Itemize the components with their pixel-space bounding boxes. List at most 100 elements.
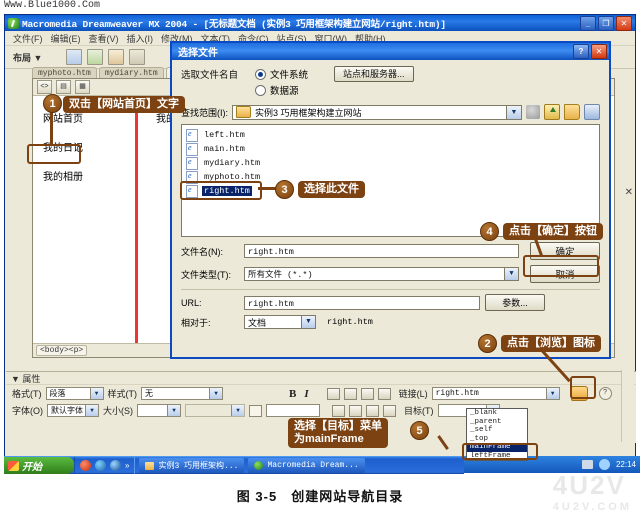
- bold-button[interactable]: B: [287, 388, 298, 400]
- look-in-select[interactable]: 实例3 巧用框架构建立网站 ▼: [232, 105, 522, 120]
- align-left-icon[interactable]: [327, 388, 340, 400]
- dialog-title: 选择文件: [178, 44, 218, 59]
- split-view-icon[interactable]: ▤: [56, 80, 71, 94]
- folder-icon: [236, 106, 251, 118]
- file-list-item[interactable]: mydiary.htm: [186, 156, 599, 170]
- layout-cell-icon[interactable]: [129, 49, 145, 65]
- file-list-item[interactable]: main.htm: [186, 142, 599, 156]
- target-option-top[interactable]: _top: [467, 435, 527, 444]
- tag-selector[interactable]: <body><p>: [36, 345, 87, 356]
- clock[interactable]: 22:14: [616, 460, 636, 469]
- radio-data-source[interactable]: 数据源: [255, 83, 308, 97]
- annotation-line-1: [50, 110, 53, 144]
- left-frame[interactable]: 网站首页 我的日记 我的相册: [33, 96, 136, 343]
- italic-button[interactable]: I: [302, 388, 310, 400]
- dialog-help-button[interactable]: ?: [573, 44, 589, 59]
- back-icon[interactable]: [526, 105, 540, 119]
- taskbar-item-dreamweaver[interactable]: Macromedia Dream...: [248, 458, 364, 473]
- format-value: 段落: [50, 388, 66, 399]
- target-option-self[interactable]: _self: [467, 426, 527, 435]
- relative-to-row: 相对于: 文档 ▼ right.htm: [181, 315, 600, 329]
- align-center-icon[interactable]: [344, 388, 357, 400]
- html-file-icon: [186, 157, 198, 170]
- unit-select[interactable]: ▼: [185, 404, 245, 417]
- file-name: main.htm: [202, 144, 247, 154]
- bottom-watermark: 4U2V 4U2V.COM: [553, 470, 632, 513]
- html-file-icon: [186, 129, 198, 142]
- nav-link-photo[interactable]: 我的相册: [43, 168, 135, 183]
- text-color-swatch[interactable]: [249, 405, 262, 417]
- filename-input[interactable]: right.htm: [244, 244, 519, 258]
- windows-taskbar: 开始 » 实例3 巧用框架构... Macromedia Dream...: [4, 456, 464, 474]
- format-label: 格式(T): [12, 387, 42, 400]
- help-icon[interactable]: ?: [599, 387, 612, 400]
- look-in-value: 实例3 巧用框架构建立网站: [255, 106, 362, 119]
- chevron-down-icon: ▼: [546, 388, 559, 399]
- network-icon[interactable]: [582, 460, 593, 469]
- layout-table-icon[interactable]: [108, 49, 124, 65]
- url-row: URL: right.htm 参数...: [181, 294, 600, 311]
- filetype-label: 文件类型(T):: [181, 268, 239, 281]
- url-input[interactable]: right.htm: [244, 296, 480, 310]
- target-option-blank[interactable]: _blank: [467, 409, 527, 418]
- font-select[interactable]: 默认字体 ▼: [47, 404, 99, 417]
- relative-to-select[interactable]: 文档 ▼: [244, 315, 316, 329]
- menu-item-file[interactable]: 文件(F): [13, 32, 43, 45]
- align-justify-icon[interactable]: [378, 388, 391, 400]
- draw-layer-icon[interactable]: [87, 49, 103, 65]
- radio-file-system[interactable]: 文件系统: [255, 67, 308, 81]
- property-panel-title: ▼ 属性: [11, 372, 40, 385]
- dialog-separator: [181, 289, 600, 290]
- file-list-item[interactable]: left.htm: [186, 128, 599, 142]
- dialog-close-button[interactable]: ✕: [591, 44, 607, 59]
- format-select[interactable]: 段落 ▼: [46, 387, 104, 400]
- dialog-window-buttons: ? ✕: [573, 44, 609, 59]
- style-select[interactable]: 无 ▼: [141, 387, 223, 400]
- property-panel-header[interactable]: ▼ 属性: [6, 372, 636, 385]
- menu-item-view[interactable]: 查看(V): [89, 32, 119, 45]
- parameters-button[interactable]: 参数...: [485, 294, 545, 311]
- layout-category-dropdown[interactable]: 布局 ▼: [13, 51, 42, 64]
- color-hex-input[interactable]: [266, 404, 320, 417]
- volume-icon[interactable]: [599, 459, 610, 470]
- ordered-list-icon[interactable]: [349, 405, 362, 417]
- start-button[interactable]: 开始: [4, 457, 74, 474]
- panel-close-icon[interactable]: ✕: [625, 187, 633, 198]
- size-select[interactable]: ▼: [137, 404, 181, 417]
- indent-icon[interactable]: [383, 405, 396, 417]
- size-label: 大小(S): [103, 404, 133, 417]
- chevron-down-icon: ▼: [167, 405, 180, 416]
- link-input[interactable]: right.htm ▼: [432, 387, 560, 400]
- design-view-icon[interactable]: ▦: [75, 80, 90, 94]
- menu-item-edit[interactable]: 编辑(E): [51, 32, 81, 45]
- font-label: 字体(O): [12, 404, 43, 417]
- views-icon[interactable]: [584, 104, 600, 120]
- minimize-button[interactable]: _: [580, 16, 596, 31]
- outlook-icon[interactable]: [95, 460, 106, 471]
- sites-and-servers-button[interactable]: 站点和服务器...: [334, 66, 414, 82]
- filetype-select[interactable]: 所有文件 (*.*) ▼: [244, 267, 519, 281]
- annotation-badge-4: 4: [480, 222, 499, 241]
- outdent-icon[interactable]: [366, 405, 379, 417]
- align-right-icon[interactable]: [361, 388, 374, 400]
- menu-item-insert[interactable]: 插入(I): [127, 32, 154, 45]
- quick-launch-overflow-icon[interactable]: »: [125, 461, 129, 470]
- table-icon[interactable]: [66, 49, 82, 65]
- taskbar-item-explorer[interactable]: 实例3 巧用框架构...: [139, 458, 244, 473]
- up-one-level-icon[interactable]: [544, 104, 560, 120]
- target-option-parent[interactable]: _parent: [467, 418, 527, 427]
- restore-button[interactable]: ❐: [598, 16, 614, 31]
- unordered-list-icon[interactable]: [332, 405, 345, 417]
- chevron-down-icon: ▼: [504, 268, 518, 280]
- close-button[interactable]: ✕: [616, 16, 632, 31]
- chevron-down-icon: ▼: [90, 388, 103, 399]
- filename-label: 文件名(N):: [181, 245, 239, 258]
- internet-explorer-icon[interactable]: [110, 460, 121, 471]
- code-view-icon[interactable]: <>: [37, 80, 52, 94]
- highlight-nav-home: [27, 144, 81, 164]
- media-player-icon[interactable]: [80, 460, 91, 471]
- panel-expander-strip[interactable]: [621, 370, 634, 442]
- new-folder-icon[interactable]: [564, 104, 580, 120]
- windows-logo-icon: [8, 461, 19, 471]
- radio-file-system-label: 文件系统: [270, 67, 308, 81]
